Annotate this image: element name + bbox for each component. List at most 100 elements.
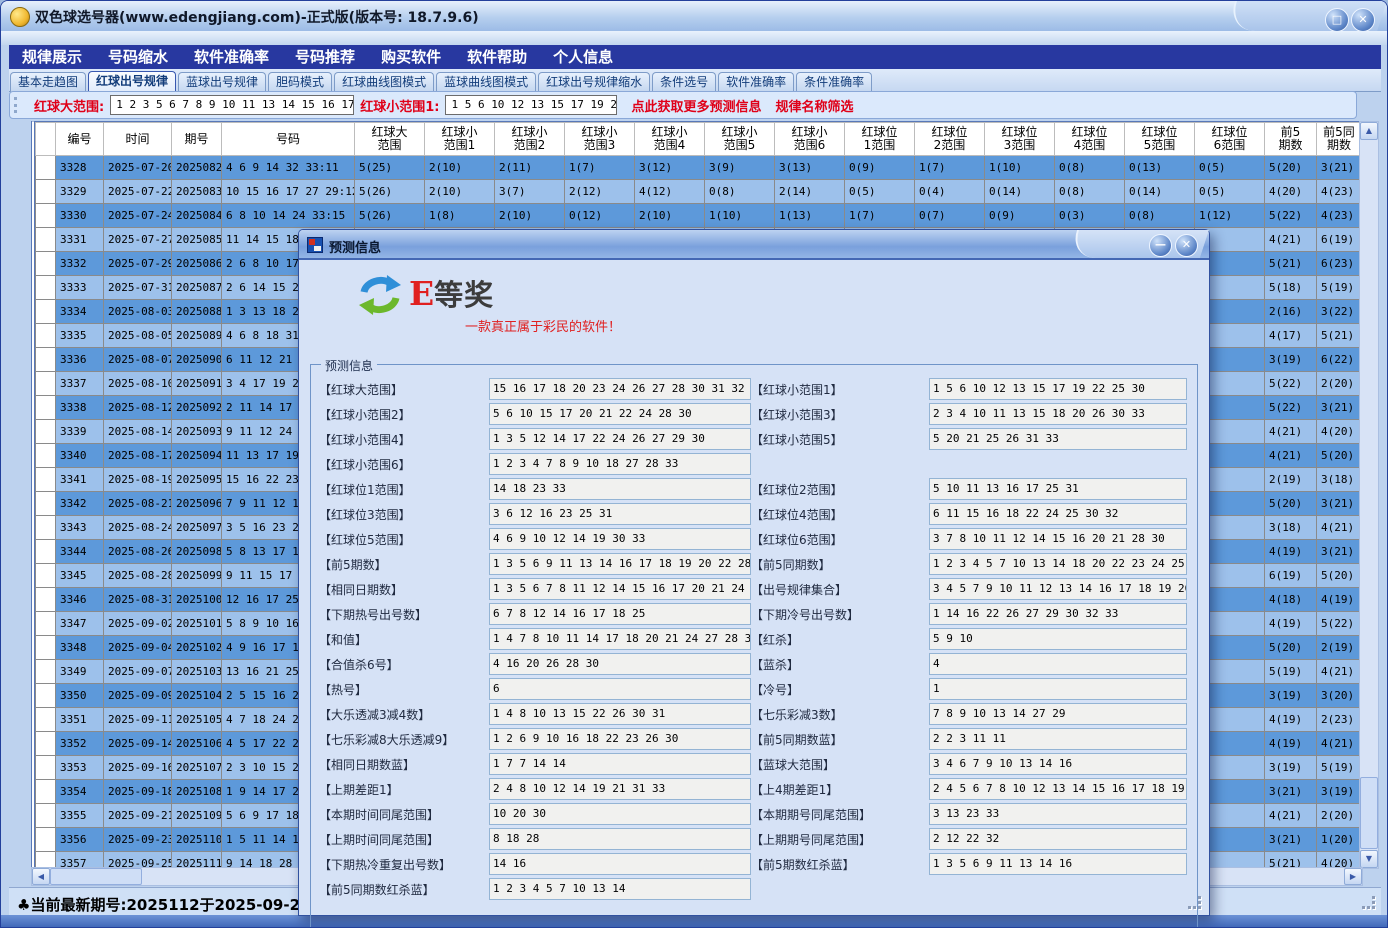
menu-item-1[interactable]: 号码缩水 bbox=[95, 45, 181, 69]
dialog-close-button[interactable]: ✕ bbox=[1175, 234, 1198, 257]
column-header-12[interactable]: 红球位 1范围 bbox=[845, 123, 915, 156]
field-value-input[interactable]: 2 4 8 10 12 14 19 21 31 33 bbox=[489, 778, 751, 800]
row-selector[interactable] bbox=[36, 252, 56, 276]
row-selector[interactable] bbox=[36, 732, 56, 756]
row-selector[interactable] bbox=[36, 588, 56, 612]
row-selector[interactable] bbox=[36, 708, 56, 732]
menu-item-3[interactable]: 号码推荐 bbox=[282, 45, 368, 69]
vscroll-thumb[interactable] bbox=[1360, 777, 1378, 849]
field-value-input[interactable]: 8 18 28 bbox=[489, 828, 751, 850]
row-selector[interactable] bbox=[36, 540, 56, 564]
row-selector[interactable] bbox=[36, 276, 56, 300]
field-value-input[interactable]: 3 6 12 16 23 25 31 bbox=[489, 503, 751, 525]
column-header-19[interactable]: 前5同 期数 bbox=[1317, 123, 1362, 156]
table-row[interactable]: 33292025-07-22202508310 15 16 17 27 29:1… bbox=[36, 180, 1362, 204]
column-header-6[interactable]: 红球小 范围1 bbox=[425, 123, 495, 156]
field-value-input[interactable]: 6 bbox=[489, 678, 751, 700]
column-header-10[interactable]: 红球小 范围5 bbox=[705, 123, 775, 156]
column-header-13[interactable]: 红球位 2范围 bbox=[915, 123, 985, 156]
field-value-input[interactable]: 1 14 16 22 26 27 29 30 32 33 bbox=[929, 603, 1187, 625]
field-value-input[interactable]: 1 4 7 8 10 11 14 17 18 20 21 24 27 28 30… bbox=[489, 628, 751, 650]
row-selector[interactable] bbox=[36, 228, 56, 252]
field-value-input[interactable]: 5 6 10 15 17 20 21 22 24 28 30 bbox=[489, 403, 751, 425]
tab-5[interactable]: 蓝球曲线图模式 bbox=[436, 72, 536, 92]
field-value-input[interactable]: 5 20 21 25 26 31 33 bbox=[929, 428, 1187, 450]
field-value-input[interactable]: 4 16 20 26 28 30 bbox=[489, 653, 751, 675]
field-value-input[interactable]: 1 7 7 14 14 bbox=[489, 753, 751, 775]
column-header-0[interactable] bbox=[36, 123, 56, 156]
column-header-15[interactable]: 红球位 4范围 bbox=[1055, 123, 1125, 156]
row-selector[interactable] bbox=[36, 372, 56, 396]
row-selector[interactable] bbox=[36, 444, 56, 468]
column-header-17[interactable]: 红球位 6范围 bbox=[1195, 123, 1265, 156]
row-selector[interactable] bbox=[36, 756, 56, 780]
field-value-input[interactable]: 4 bbox=[929, 653, 1187, 675]
column-header-14[interactable]: 红球位 3范围 bbox=[985, 123, 1055, 156]
field-value-input[interactable]: 5 9 10 bbox=[929, 628, 1187, 650]
scroll-left-icon[interactable]: ◀ bbox=[32, 868, 50, 885]
field-value-input[interactable]: 2 2 3 11 11 bbox=[929, 728, 1187, 750]
field-value-input[interactable]: 15 16 17 18 20 23 24 26 27 28 30 31 32 3… bbox=[489, 378, 751, 400]
row-selector[interactable] bbox=[36, 612, 56, 636]
tab-0[interactable]: 基本走趋图 bbox=[10, 72, 86, 92]
field-value-input[interactable]: 2 3 4 10 11 13 15 18 20 26 30 33 bbox=[929, 403, 1187, 425]
field-value-input[interactable]: 3 13 23 33 bbox=[929, 803, 1187, 825]
tab-7[interactable]: 条件选号 bbox=[652, 72, 716, 92]
maximize-button[interactable]: □ bbox=[1325, 8, 1349, 32]
menu-item-0[interactable]: 规律展示 bbox=[9, 45, 95, 69]
row-selector[interactable] bbox=[36, 516, 56, 540]
column-header-5[interactable]: 红球大 范围 bbox=[355, 123, 425, 156]
row-selector[interactable] bbox=[36, 204, 56, 228]
field-value-input[interactable]: 2 4 5 6 7 8 10 12 13 14 15 16 17 18 19 2… bbox=[929, 778, 1187, 800]
column-header-18[interactable]: 前5 期数 bbox=[1265, 123, 1317, 156]
table-row[interactable]: 33302025-07-2420250846 8 10 14 24 33:155… bbox=[36, 204, 1362, 228]
column-header-2[interactable]: 时间 bbox=[104, 123, 172, 156]
field-value-input[interactable]: 1 3 5 6 7 8 11 12 14 15 16 17 20 21 24 2… bbox=[489, 578, 751, 600]
row-selector[interactable] bbox=[36, 660, 56, 684]
field-value-input[interactable]: 6 7 8 12 14 16 17 18 25 bbox=[489, 603, 751, 625]
field-value-input[interactable]: 1 2 3 4 7 8 9 10 18 27 28 33 bbox=[489, 453, 751, 475]
scroll-up-icon[interactable]: ▲ bbox=[1360, 122, 1378, 140]
field-value-input[interactable]: 1 3 5 6 9 11 13 14 16 17 18 19 20 22 28 … bbox=[489, 553, 751, 575]
field-value-input[interactable]: 5 10 11 13 16 17 25 31 bbox=[929, 478, 1187, 500]
menu-item-2[interactable]: 软件准确率 bbox=[181, 45, 282, 69]
more-prediction-link[interactable]: 点此获取更多预测信息 bbox=[631, 96, 761, 115]
row-selector[interactable] bbox=[36, 804, 56, 828]
row-selector[interactable] bbox=[36, 180, 56, 204]
field-value-input[interactable]: 2 12 22 32 bbox=[929, 828, 1187, 850]
row-selector[interactable] bbox=[36, 468, 56, 492]
field-value-input[interactable]: 1 2 6 9 10 16 18 22 23 26 30 bbox=[489, 728, 751, 750]
menu-item-6[interactable]: 个人信息 bbox=[540, 45, 626, 69]
column-header-1[interactable]: 编号 bbox=[56, 123, 104, 156]
column-header-7[interactable]: 红球小 范围2 bbox=[495, 123, 565, 156]
field-value-input[interactable]: 14 18 23 33 bbox=[489, 478, 751, 500]
dialog-minimize-button[interactable]: — bbox=[1149, 234, 1172, 257]
tab-4[interactable]: 红球曲线图模式 bbox=[334, 72, 434, 92]
window-resize-grip[interactable] bbox=[1363, 897, 1375, 909]
tab-8[interactable]: 软件准确率 bbox=[718, 72, 794, 92]
row-selector[interactable] bbox=[36, 420, 56, 444]
row-selector[interactable] bbox=[36, 684, 56, 708]
scroll-down-icon[interactable]: ▼ bbox=[1360, 850, 1378, 868]
dialog-resize-grip[interactable] bbox=[1189, 897, 1201, 909]
field-value-input[interactable]: 14 16 bbox=[489, 853, 751, 875]
tab-2[interactable]: 蓝球出号规律 bbox=[178, 72, 266, 92]
table-row[interactable]: 33282025-07-2020250824 6 9 14 32 33:115(… bbox=[36, 156, 1362, 180]
menu-item-5[interactable]: 软件帮助 bbox=[454, 45, 540, 69]
tab-6[interactable]: 红球出号规律缩水 bbox=[538, 72, 650, 92]
field-value-input[interactable]: 4 6 9 10 12 14 19 30 33 bbox=[489, 528, 751, 550]
field-value-input[interactable]: 1 5 6 10 12 13 15 17 19 22 25 30 bbox=[929, 378, 1187, 400]
field-value-input[interactable]: 1 3 5 12 14 17 22 24 26 27 29 30 bbox=[489, 428, 751, 450]
field-value-input[interactable]: 1 3 5 6 9 11 13 14 16 bbox=[929, 853, 1187, 875]
row-selector[interactable] bbox=[36, 636, 56, 660]
row-selector[interactable] bbox=[36, 324, 56, 348]
field-value-input[interactable]: 7 8 9 10 13 14 27 29 bbox=[929, 703, 1187, 725]
menu-item-4[interactable]: 购买软件 bbox=[368, 45, 454, 69]
column-header-8[interactable]: 红球小 范围3 bbox=[565, 123, 635, 156]
field-value-input[interactable]: 6 11 15 16 18 22 24 25 30 32 bbox=[929, 503, 1187, 525]
field-value-input[interactable]: 3 7 8 10 11 12 14 15 16 20 21 28 30 bbox=[929, 528, 1187, 550]
column-header-4[interactable]: 号码 bbox=[222, 123, 355, 156]
field-value-input[interactable]: 1 bbox=[929, 678, 1187, 700]
vertical-scrollbar[interactable]: ▲ ▼ bbox=[1359, 121, 1379, 869]
field-value-input[interactable]: 1 4 8 10 13 15 22 26 30 31 bbox=[489, 703, 751, 725]
